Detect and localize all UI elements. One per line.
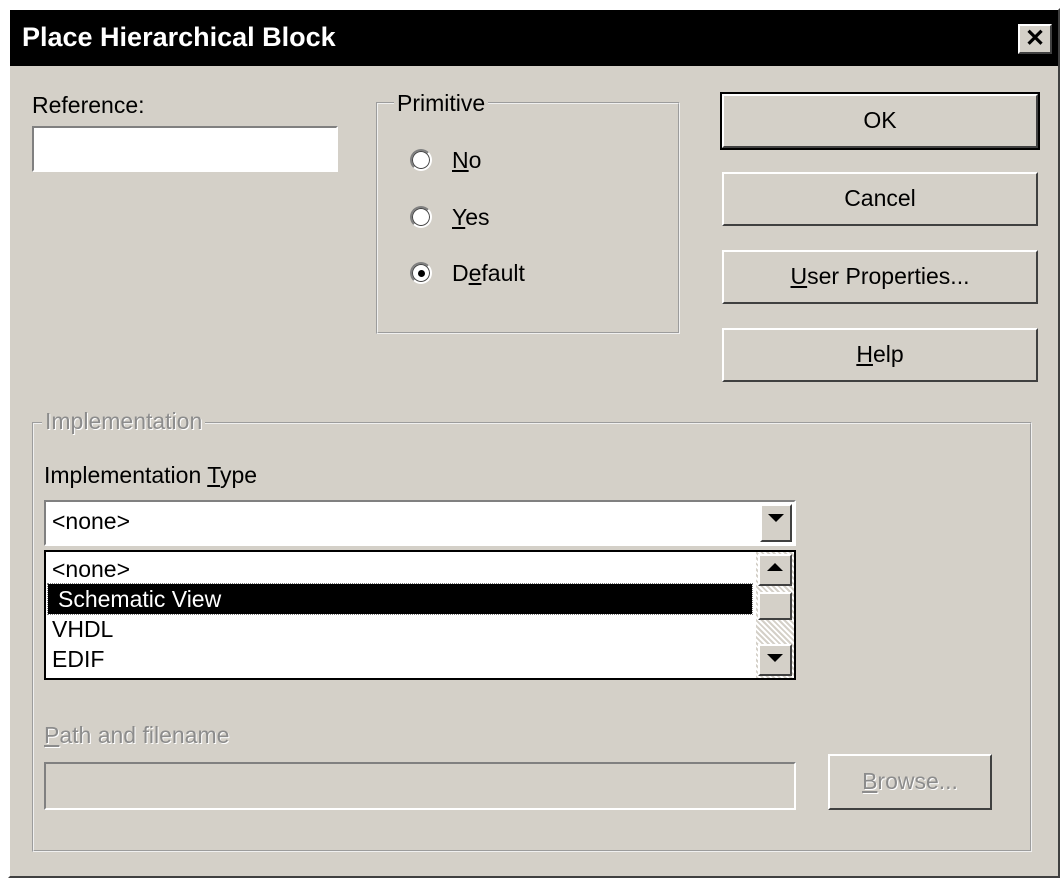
scroll-down-button[interactable] (758, 644, 792, 676)
radio-checked-icon (410, 262, 432, 284)
list-item-label: EDIF (52, 646, 105, 672)
place-hierarchical-block-dialog: Place Hierarchical Block ✕ Reference: Pr… (8, 8, 1060, 878)
scroll-thumb[interactable] (758, 592, 792, 620)
window-title: Place Hierarchical Block (22, 22, 336, 52)
cancel-button[interactable]: Cancel (722, 172, 1038, 226)
implementation-type-value: <none> (52, 508, 131, 534)
user-properties-button-label: User Properties... (790, 263, 970, 289)
implementation-legend: Implementation (42, 408, 206, 435)
arrow-up-icon (767, 563, 783, 571)
help-button-label: Help (856, 341, 904, 367)
radio-unchecked-icon (410, 206, 432, 228)
dropdown-arrow-button[interactable] (760, 504, 792, 542)
list-item-label: Schematic View (58, 586, 222, 612)
close-icon[interactable]: ✕ (1018, 24, 1052, 54)
browse-button[interactable]: Browse... (828, 754, 992, 810)
ok-button[interactable]: OK (720, 92, 1040, 150)
reference-label: Reference: (32, 92, 145, 119)
list-item-selected[interactable]: Schematic View (47, 583, 753, 615)
implementation-type-combobox[interactable]: <none> (44, 500, 796, 546)
list-item[interactable]: VHDL (48, 614, 752, 644)
primitive-legend: Primitive (394, 90, 489, 117)
path-filename-input[interactable] (44, 762, 796, 810)
reference-input[interactable] (32, 126, 338, 172)
list-item-label: VHDL (52, 616, 114, 642)
list-item-label: <none> (52, 556, 131, 582)
path-filename-label: Path and filename (44, 722, 230, 748)
list-item[interactable]: <none> (48, 554, 752, 584)
reference-input-value (34, 135, 40, 161)
radio-unchecked-icon (410, 149, 432, 171)
reference-label-text: Reference: (32, 92, 145, 118)
list-item[interactable]: EDIF (48, 644, 752, 674)
list-scrollbar[interactable] (756, 552, 794, 678)
user-properties-button[interactable]: User Properties... (722, 250, 1038, 304)
arrow-down-icon (767, 654, 783, 662)
scroll-up-button[interactable] (758, 554, 792, 586)
implementation-type-label: Implementation Type (44, 462, 258, 488)
browse-button-label: Browse... (862, 768, 958, 794)
implementation-type-list[interactable]: <none> Schematic View VHDL EDIF (44, 550, 796, 680)
ok-button-label: OK (863, 107, 897, 133)
chevron-down-icon (768, 514, 784, 522)
title-bar[interactable]: Place Hierarchical Block ✕ (10, 10, 1058, 66)
cancel-button-label: Cancel (844, 185, 916, 211)
primitive-default-label: Default (452, 260, 525, 286)
help-button[interactable]: Help (722, 328, 1038, 382)
primitive-yes-label: Yes (452, 204, 490, 230)
primitive-no-label: No (452, 147, 482, 173)
